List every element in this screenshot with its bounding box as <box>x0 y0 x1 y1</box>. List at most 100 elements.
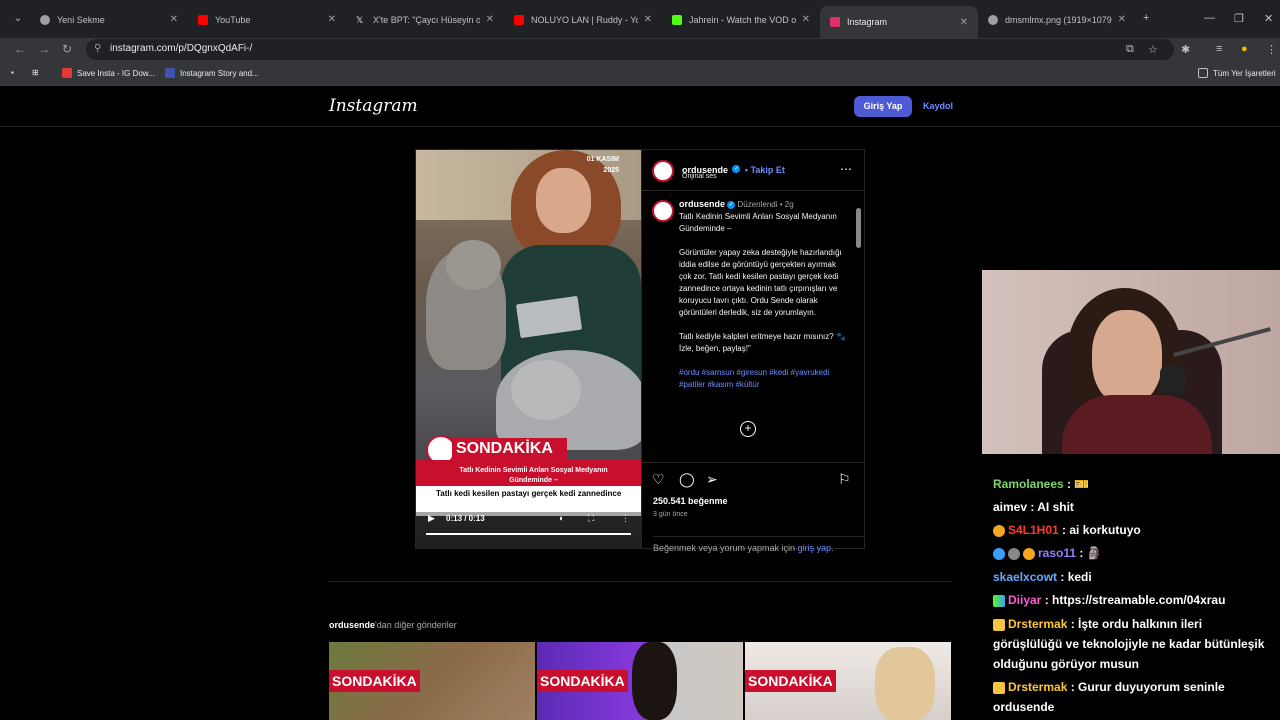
load-more-comments-icon[interactable]: + <box>740 421 756 437</box>
options-icon[interactable]: ⋯ <box>840 162 852 176</box>
avatar[interactable] <box>652 160 674 182</box>
video-headline: Tatlı Kedinin Sevimli Anları Sosyal Medy… <box>459 467 608 484</box>
globe-icon <box>988 14 998 25</box>
forward-icon[interactable]: → <box>38 42 50 56</box>
post-header: ordusende ✓ • Takip Et Orijinal ses ⋯ <box>642 150 865 191</box>
chat-message-continuation: olduğunu görüyor musun <box>993 657 1139 671</box>
restore-icon[interactable]: ❐ <box>1234 12 1244 25</box>
new-tab-icon[interactable]: + <box>1143 12 1149 24</box>
profile-icon[interactable]: ● <box>1241 43 1248 55</box>
tab-youtube[interactable]: YouTube ✕ <box>188 6 346 33</box>
tab-instagram[interactable]: Instagram ✕ <box>820 6 978 38</box>
section-divider <box>329 581 951 582</box>
url-text[interactable]: instagram.com/p/DQgnxQdAFi-/ <box>110 43 252 54</box>
extensions-icon[interactable]: ✱ <box>1181 43 1190 56</box>
site-info-icon[interactable]: ⚲ <box>94 43 101 54</box>
crown-badge-icon <box>993 618 1005 631</box>
caption-meta: ordusende ✓ Düzenlendi • 2g <box>679 199 794 209</box>
caption-scrollbar[interactable] <box>856 196 861 462</box>
apps-icon[interactable]: ▪ <box>11 68 14 77</box>
chrome-icon <box>40 14 50 25</box>
share-icon[interactable]: ➢ <box>706 471 718 488</box>
instagram-logo[interactable]: Instagram <box>329 96 418 116</box>
folder-icon <box>1198 68 1208 78</box>
reel-video[interactable]: 01 KASIM 2025 SONDAKİKA Tatlı Kedinin Se… <box>416 150 641 548</box>
chat-message-continuation: görüşlülüğü ve teknolojiyle ne kadar büt… <box>993 637 1265 651</box>
sub-badge-icon <box>993 524 1005 537</box>
close-icon[interactable]: ✕ <box>1118 14 1126 25</box>
comment-icon[interactable]: ◯ <box>679 471 695 488</box>
media-icon[interactable]: ≡ <box>1216 43 1222 55</box>
bookmark-instagram-story[interactable]: Instagram Story and... <box>165 68 259 78</box>
close-icon[interactable]: ✕ <box>170 14 178 25</box>
close-icon[interactable]: ✕ <box>960 17 968 28</box>
fullscreen-icon[interactable]: ⛶ <box>588 513 594 524</box>
thumbnail-tag: SONDAKİKA <box>329 670 420 692</box>
login-link[interactable]: giriş yap <box>798 543 832 553</box>
tab-strip: ⌄ Yeni Sekme ✕ YouTube ✕ 𝕏 X'te BPT: "Ça… <box>0 0 1280 38</box>
volume-icon[interactable]: ◖ <box>558 513 563 523</box>
instagram-icon <box>830 17 840 27</box>
like-icon[interactable]: ♡ <box>652 471 665 488</box>
caption-body: Görüntüler yapay zeka desteğiyle hazırla… <box>679 248 842 317</box>
tab-noluyo[interactable]: NOLUYO LAN | Ruddy - YouTub ✕ <box>504 6 662 33</box>
youtube-icon <box>198 14 208 25</box>
verified-icon: ✓ <box>727 200 736 209</box>
login-button[interactable]: Giriş Yap <box>854 96 912 117</box>
more-post-thumbnail[interactable]: SONDAKİKA <box>329 642 535 720</box>
tab-search-icon[interactable]: ⌄ <box>10 11 26 27</box>
install-app-icon[interactable]: ⧉ <box>1126 43 1134 56</box>
menu-icon[interactable]: ⋮ <box>1266 43 1277 56</box>
caption-cta: Tatlı kediyle kalpleri eritmeye hazır mı… <box>679 332 846 353</box>
all-bookmarks[interactable]: Tüm Yer İşaretleri <box>1198 68 1276 78</box>
close-icon[interactable]: ✕ <box>328 14 336 25</box>
youtube-icon <box>514 14 524 25</box>
follow-button[interactable]: • Takip Et <box>745 165 785 175</box>
bookmark-star-icon[interactable]: ☆ <box>1148 43 1158 56</box>
post-actions: ♡ ◯ ➢ ⚐ 250.541 beğenme 3 gün önce Beğen… <box>642 462 865 553</box>
more-posts-title: ordusende'dan diğer gönderiler <box>329 620 457 630</box>
badge-icon <box>1008 547 1020 560</box>
save-icon[interactable]: ⚐ <box>838 471 851 488</box>
stream-chat: Ramolanees : 🎫 aimev : AI shit S4L1H01 :… <box>986 476 1280 720</box>
like-count[interactable]: 250.541 beğenme <box>653 496 728 506</box>
back-icon[interactable]: ← <box>14 42 26 56</box>
close-icon[interactable]: ✕ <box>486 14 494 25</box>
reload-icon[interactable]: ↻ <box>62 42 72 56</box>
video-progress[interactable] <box>426 533 631 535</box>
scroll-thumb[interactable] <box>856 208 861 248</box>
play-icon[interactable]: ▶ <box>428 513 435 524</box>
chat-message: Diiyar : https://streamable.com/04xrau <box>993 590 1225 610</box>
close-icon[interactable]: ✕ <box>644 14 652 25</box>
minimize-icon[interactable]: — <box>1204 12 1215 24</box>
chat-message: S4L1H01 : ai korkutuyo <box>993 520 1141 540</box>
webcam-overlay <box>982 270 1280 454</box>
chat-message: Drstermak : İşte ordu halkının ileri <box>993 614 1202 634</box>
tab-new-tab[interactable]: Yeni Sekme ✕ <box>30 6 188 33</box>
bookmark-favicon <box>62 68 72 78</box>
video-time: 0:13 / 0:13 <box>446 514 485 523</box>
more-post-thumbnail[interactable]: SONDAKİKA <box>745 642 951 720</box>
tab-kick[interactable]: Jahrein - Watch the VOD on Ki ✕ <box>662 6 820 33</box>
bookmark-favicon <box>165 68 175 78</box>
hashtags[interactable]: #ordu #samsun #giresun #kedi #yavrukedi … <box>679 367 849 391</box>
window-close-icon[interactable]: ✕ <box>1264 12 1273 25</box>
post-caption: ordusende ✓ Düzenlendi • 2g Tatlı Kedini… <box>679 198 849 391</box>
close-icon[interactable]: ✕ <box>802 14 810 25</box>
bookmark-save-insta[interactable]: Save Insta - IG Dow... <box>62 68 155 78</box>
signup-link[interactable]: Kaydol <box>923 101 953 111</box>
grid-icon[interactable]: ⊞ <box>32 68 39 77</box>
avatar[interactable] <box>652 200 674 222</box>
login-prompt: Beğenmek veya yorum yapmak için giriş ya… <box>653 536 865 553</box>
chat-message: raso11 : 🗿 <box>993 543 1102 563</box>
audio-link[interactable]: Orijinal ses <box>682 173 717 180</box>
more-icon[interactable]: ⋮ <box>621 513 630 524</box>
chat-message: Drstermak : Gurur duyuyorum seninle <box>993 677 1225 697</box>
thumbnail-tag: SONDAKİKA <box>745 670 836 692</box>
tab-x[interactable]: 𝕏 X'te BPT: "Çaycı Hüseyin olarak ✕ <box>346 6 504 33</box>
thumbnail-person <box>875 647 935 720</box>
tab-image[interactable]: dmsmlmx.png (1919×1079) ✕ <box>978 6 1136 33</box>
more-post-thumbnail[interactable]: SONDAKİKA <box>537 642 743 720</box>
badge-icon <box>993 594 1005 607</box>
address-bar[interactable]: ⚲ instagram.com/p/DQgnxQdAFi-/ <box>86 39 1174 60</box>
